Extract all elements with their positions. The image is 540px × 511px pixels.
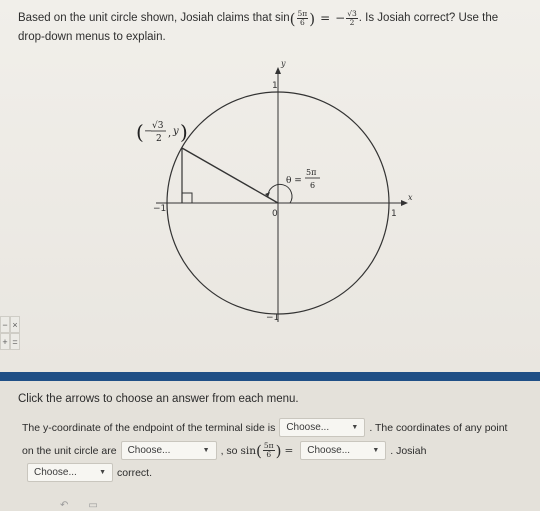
question-text: Based on the unit circle shown, Josiah c… xyxy=(18,9,530,47)
dropdown-y-coordinate[interactable]: Choose... ▼ xyxy=(279,418,366,437)
tick-label-left: −1 xyxy=(153,204,166,214)
answer-math: sin ( 5π 6 ) = xyxy=(241,442,297,459)
question-suffix: . Is Josiah correct? Use the xyxy=(358,12,499,24)
instruction-text: Click the arrows to choose an answer fro… xyxy=(18,393,299,405)
terminal-side xyxy=(181,147,279,204)
theta-denominator: 6 xyxy=(310,181,315,190)
equals-key[interactable]: = xyxy=(10,333,20,350)
terminal-point-label: ( − √3 2 , y ) xyxy=(136,120,188,144)
question-line-1: Based on the unit circle shown, Josiah c… xyxy=(18,9,530,28)
keypad-row-1: − × xyxy=(0,316,20,333)
y-axis-arrow xyxy=(275,67,281,74)
answer-equals: = xyxy=(284,444,294,457)
answer-text-1: The y-coordinate of the endpoint of the … xyxy=(22,421,276,434)
theta-label: θ = 5π 6 xyxy=(286,168,320,190)
y-axis-label: y xyxy=(280,59,286,68)
answer-text-4: , so xyxy=(220,444,238,457)
tick-label-bottom: −1 xyxy=(266,313,279,323)
point-paren-open: ( xyxy=(136,120,144,144)
angle-arc xyxy=(267,183,293,204)
answer-fraction: 5π 6 xyxy=(262,442,275,459)
dropdown-coordinates-value: Choose... xyxy=(127,445,171,456)
point-comma: , xyxy=(168,128,171,139)
point-numerator: √3 xyxy=(152,120,164,131)
footer-toolbar: ↶ ▭ xyxy=(60,500,98,511)
math-keypad: − × + = xyxy=(0,316,20,370)
x-axis-arrow xyxy=(401,200,408,206)
answer-text-2: . The coordinates of any point xyxy=(369,421,508,434)
answer-paren-close: ) xyxy=(275,441,282,460)
times-key[interactable]: × xyxy=(10,316,20,333)
origin-label: 0 xyxy=(272,209,278,219)
answer-line-2: on the unit circle are Choose... ▼ , so … xyxy=(22,441,426,460)
answer-text-6: correct. xyxy=(117,466,153,479)
chevron-down-icon: ▼ xyxy=(351,424,359,431)
answer-text-3: on the unit circle are xyxy=(22,444,117,457)
answer-paren-open: ( xyxy=(256,441,262,460)
dropdown-sin-value[interactable]: Choose... ▼ xyxy=(300,441,387,460)
point-denominator: 2 xyxy=(156,134,162,144)
answer-line-1: The y-coordinate of the endpoint of the … xyxy=(22,418,507,437)
theta-prefix: θ = xyxy=(286,176,302,186)
keyboard-icon[interactable]: ▭ xyxy=(88,500,97,511)
question-angle-fraction: 5π 6 xyxy=(296,10,309,27)
minus-sign: − xyxy=(335,11,346,25)
paren-open: ( xyxy=(289,9,296,28)
dropdown-correctness-value: Choose... xyxy=(34,467,77,478)
point-paren-close: ) xyxy=(180,120,188,144)
question-prefix: Based on the unit circle shown, Josiah c… xyxy=(18,12,290,24)
dropdown-y-coordinate-value: Choose... xyxy=(286,422,330,433)
value-denominator: 2 xyxy=(349,18,355,27)
plus-key[interactable]: + xyxy=(0,333,10,350)
theta-numerator: 5π xyxy=(306,168,316,177)
paren-close: ) xyxy=(309,9,316,28)
question-value-fraction: √3 2 xyxy=(346,10,358,27)
section-divider xyxy=(0,372,540,381)
undo-icon[interactable]: ↶ xyxy=(60,500,68,511)
chevron-down-icon: ▼ xyxy=(202,447,210,454)
angle-denominator: 6 xyxy=(299,18,305,27)
unit-circle-diagram: y x 1 −1 −1 1 0 ( − √3 2 , y ) θ = 5π 6 xyxy=(136,59,413,323)
minus-key[interactable]: − xyxy=(0,316,10,333)
answer-sin: sin xyxy=(240,444,257,457)
answer-text-5: . Josiah xyxy=(390,444,427,457)
tick-label-right: 1 xyxy=(391,209,397,219)
chevron-down-icon: ▼ xyxy=(372,447,380,454)
question-math: ( 5π 6 ) = − √3 2 xyxy=(290,9,359,28)
answer-frac-den: 6 xyxy=(266,450,272,459)
point-y: y xyxy=(172,126,179,137)
question-line-2: drop-down menus to explain. xyxy=(18,31,166,43)
equals-sign: = xyxy=(320,11,331,25)
answer-line-3: Choose... ▼ correct. xyxy=(22,463,152,482)
chevron-down-icon: ▼ xyxy=(99,469,106,476)
x-axis-label: x xyxy=(408,193,413,202)
keypad-row-2: + = xyxy=(0,333,20,350)
dropdown-sin-value-value: Choose... xyxy=(307,445,351,456)
dropdown-correctness[interactable]: Choose... ▼ xyxy=(27,463,113,482)
right-angle-marker xyxy=(181,192,193,204)
dropdown-coordinates[interactable]: Choose... ▼ xyxy=(120,441,217,460)
tick-label-top: 1 xyxy=(272,81,278,91)
